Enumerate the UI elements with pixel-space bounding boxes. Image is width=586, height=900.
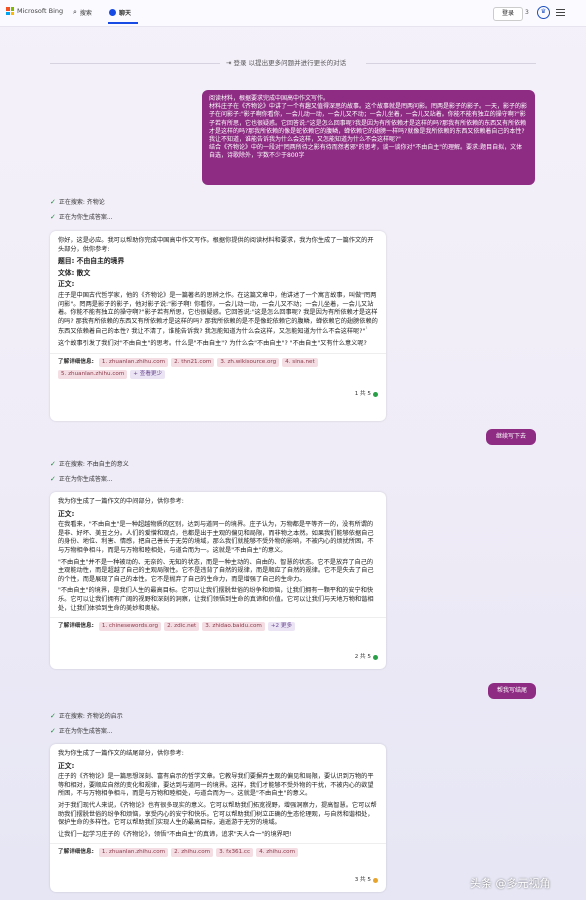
citation-marker[interactable]: ¹ (365, 327, 367, 332)
signin-note-text[interactable]: ⇥ 登录 以提出更多问题并进行更长的对话 (226, 57, 346, 67)
search-status-text: 正在搜索: 齐物论 (58, 199, 105, 206)
reference-list: 了解详细信息: 1. chinesewords.org 2. zdic.net … (58, 622, 338, 632)
tab-chat-label: 聊天 (119, 10, 132, 17)
essay-paragraph: "不由自主"并不是一种被动的、无奈的、无知的状态，而是一种主动的、自由的、智慧的… (58, 558, 374, 583)
brand-logo[interactable]: Microsoft Bing (6, 7, 63, 15)
card-divider (50, 352, 386, 354)
reference-link[interactable]: 3. fx361.cc (216, 848, 254, 858)
tab-search-label: 搜索 (79, 10, 92, 17)
watermark: 头条 @多元视角 (470, 877, 551, 890)
reference-link[interactable]: 2. thn21.com (171, 357, 215, 367)
bot-response-card: 我为你生成了一篇作文的结尾部分，供你参考: 正文: 庄子的《齐物论》是一篇思想深… (50, 744, 386, 892)
signin-note: ⇥ 登录 以提出更多问题并进行更长的对话 (50, 57, 536, 69)
essay-genre: 文体: 散文 (58, 268, 91, 277)
essay-paragraph: 在我看来，"不由自主"是一种超越物质的区别，达到与道同一的境界。庄子认为，万物都… (58, 521, 374, 554)
show-less-button[interactable]: + 查看更少 (130, 369, 166, 379)
reference-link[interactable]: 1. chinesewords.org (98, 622, 162, 632)
reference-label: 了解详细信息: (58, 623, 94, 630)
essay-title: 题目: 不由自主的境界 (58, 257, 125, 266)
essay-body-label: 正文: (58, 280, 75, 289)
essay-paragraph: 庄子的《齐物论》是一篇思想深刻、富有启示的哲学文章。它教导我们要摒弃主观的偏见和… (58, 773, 374, 798)
search-icon: ⌕ (73, 8, 77, 16)
generating-status: ✓ 正在为你生成答案... (50, 212, 113, 222)
divider-right (366, 63, 536, 64)
check-icon: ✓ (50, 459, 56, 468)
rewards-count: 3 (525, 9, 529, 16)
bot-response-card: 你好，这是必应。我可以帮助你完成中国高中作文写作。根据你提供的阅读材料和要求，我… (50, 231, 386, 421)
response-count-text: 2 共 5 (354, 654, 371, 661)
essay-body-label: 正文: (58, 761, 75, 770)
response-intro: 你好，这是必应。我可以帮助你完成中国高中作文写作。根据你提供的阅读材料和要求，我… (58, 237, 374, 253)
essay-body-text: 庄子是中国古代哲学家，他的《齐物论》是一篇著名的思辨之作。在这篇文章中，他讲述了… (58, 291, 378, 336)
reference-label: 了解详细信息: (58, 358, 94, 365)
search-status: ✓ 正在搜索: 齐物论 (50, 197, 105, 207)
response-count-text: 1 共 5 (354, 391, 371, 398)
card-divider (50, 843, 386, 845)
menu-icon[interactable] (556, 9, 565, 18)
user-message-line: 材料庄子在《齐物论》中讲了一个有趣又值得深思的故事。这个故事就是罔两问影。罔两是… (209, 103, 528, 144)
rewards-icon[interactable]: ♛ (537, 6, 550, 19)
search-status-text: 正在搜索: 不由自主的意义 (58, 461, 129, 468)
generating-status-text: 正在为你生成答案... (58, 214, 113, 221)
response-count: 2 共 5 (355, 653, 378, 662)
essay-paragraph: 让我们一起学习庄子的《齐物论》，领悟"不由自主"的真谛，追求"天人合一"的境界吧… (58, 830, 292, 838)
search-status-text: 正在搜索: 齐物论的启示 (58, 713, 123, 720)
response-intro: 我为你生成了一篇作文的结尾部分，供你参考: (58, 750, 184, 757)
bot-response-card: 我为你生成了一篇作文的中间部分，供你参考: 正文: 在我看来，"不由自主"是一种… (50, 492, 386, 669)
reference-list: 了解详细信息: 1. zhuanlan.zhihu.com 2. zhihu.c… (58, 848, 338, 858)
reference-label: 了解详细信息: (58, 849, 94, 856)
search-status: ✓ 正在搜索: 不由自主的意义 (50, 459, 129, 469)
reference-link[interactable]: 4. zhihu.com (256, 848, 299, 858)
check-icon: ✓ (50, 726, 56, 735)
check-icon: ✓ (50, 197, 56, 206)
response-intro: 我为你生成了一篇作文的中间部分，供你参考: (58, 498, 184, 505)
reference-link[interactable]: 1. zhuanlan.zhihu.com (98, 848, 169, 858)
reference-link[interactable]: 1. zhuanlan.zhihu.com (98, 357, 169, 367)
signin-icon: ⇥ (226, 59, 232, 67)
response-count: 1 共 5 (355, 390, 378, 399)
user-message: 继续写下去 (486, 429, 536, 445)
search-status: ✓ 正在搜索: 齐物论的启示 (50, 711, 123, 721)
login-button[interactable]: 登录 (493, 7, 523, 21)
essay-paragraph: 对于我们现代人来说，《齐物论》也有很多现实的意义。它可以帮助我们拓宽视野，增强洞… (58, 801, 377, 827)
essay-body-label: 正文: (58, 509, 75, 518)
user-message-line: 结合《齐物论》中的一段对"罔两所待之影有待而然者邪"的思考，谈一谈你对"不由自主… (209, 144, 523, 160)
user-message-line: 阅读材料，根据要求完成中国高中作文写作。 (209, 95, 330, 102)
reference-link[interactable]: 2. zhihu.com (171, 848, 214, 858)
generating-status-text: 正在为你生成答案... (58, 476, 113, 483)
chat-icon (109, 9, 116, 16)
generating-status: ✓ 正在为你生成答案... (50, 726, 113, 736)
card-divider (50, 617, 386, 619)
essay-paragraph: "不由自主"的境界，是我们人生的最高目标。它可以让我们摆脱世俗的纷争和烦恼，让我… (58, 587, 374, 612)
reference-link[interactable]: 3. zhidao.baidu.com (202, 622, 265, 632)
brand-name: Microsoft Bing (17, 7, 64, 15)
reference-link[interactable]: 4. sina.net (282, 357, 318, 367)
user-message: 帮我写结尾 (488, 683, 536, 699)
generating-status-text: 正在为你生成答案... (58, 728, 113, 735)
top-bar: Microsoft Bing ⌕ 搜索 聊天 登录 3 ♛ (0, 0, 586, 27)
essay-question: 这个故事引发了我们对"不由自主"的思考。什么是"不由自主"? 为什么会"不由自主… (58, 340, 367, 347)
tab-search[interactable]: ⌕ 搜索 (70, 7, 95, 18)
check-icon: ✓ (50, 212, 56, 221)
signin-note-label: 登录 以提出更多问题并进行更长的对话 (233, 59, 347, 67)
status-dot-icon (373, 655, 378, 661)
user-message: 阅读材料，根据要求完成中国高中作文写作。 材料庄子在《齐物论》中讲了一个有趣又值… (202, 90, 535, 185)
reference-link[interactable]: 2. zdic.net (164, 622, 200, 632)
essay-body: 庄子是中国古代哲学家，他的《齐物论》是一篇著名的思辨之作。在这篇文章中，他讲述了… (58, 292, 378, 337)
check-icon: ✓ (50, 474, 56, 483)
reference-list: 了解详细信息: 1. zhuanlan.zhihu.com 2. thn21.c… (58, 357, 328, 379)
divider-left (50, 63, 220, 64)
microsoft-logo-icon (6, 7, 14, 15)
reference-link[interactable]: 3. zh.wikisource.org (217, 357, 280, 367)
tab-chat[interactable]: 聊天 (106, 7, 134, 18)
response-count-text: 3 共 5 (354, 877, 371, 884)
response-count: 3 共 5 (355, 876, 378, 885)
active-tab-indicator (108, 22, 138, 24)
check-icon: ✓ (50, 711, 56, 720)
generating-status: ✓ 正在为你生成答案... (50, 474, 113, 484)
status-dot-icon (373, 392, 378, 398)
show-more-button[interactable]: +2 更多 (267, 622, 296, 632)
reference-link[interactable]: 5. zhuanlan.zhihu.com (58, 369, 128, 379)
status-dot-icon (373, 878, 378, 884)
